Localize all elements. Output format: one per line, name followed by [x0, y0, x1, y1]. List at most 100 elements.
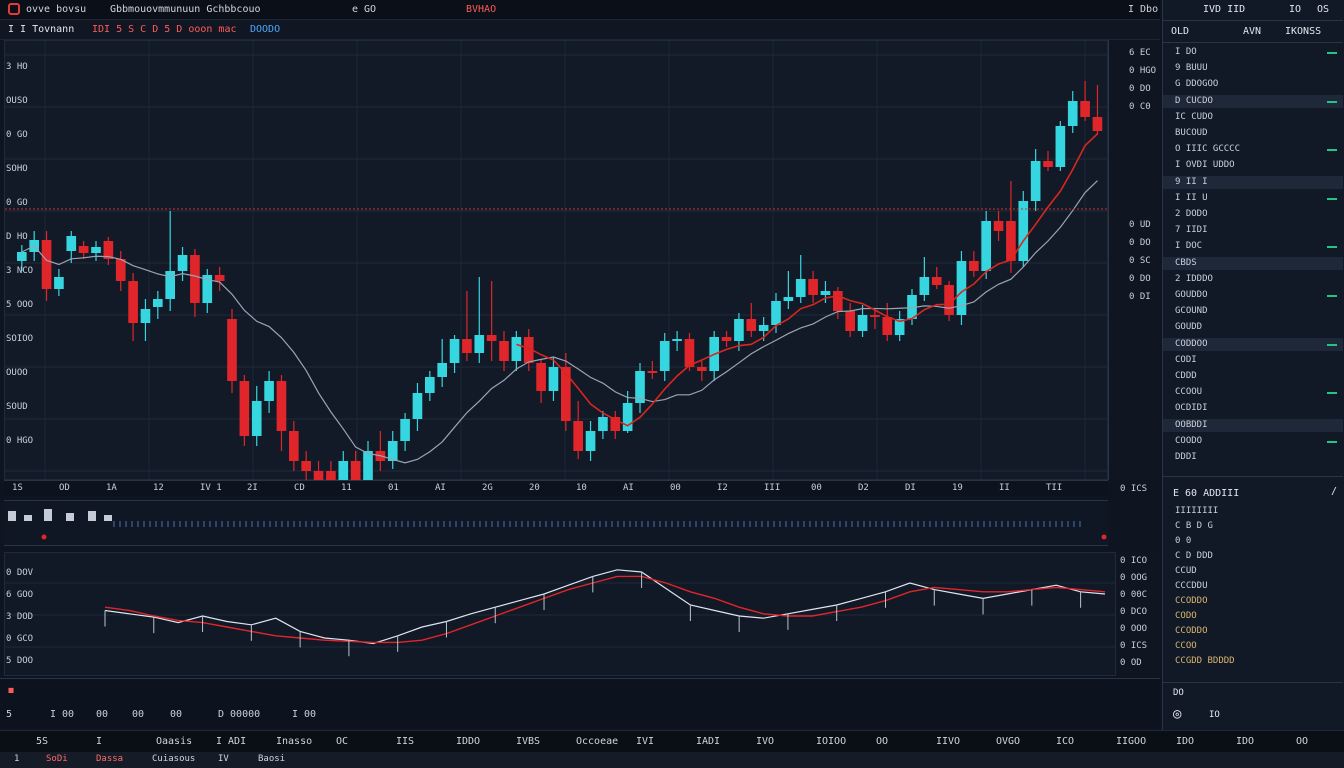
candle: [635, 363, 645, 413]
time-axis[interactable]: 1S OD 1A 12 IV 1 2I CD 11 01 AI 2G 20 10 AI 00 I2 III 00 D…: [4, 480, 1108, 496]
tab-6[interactable]: Baosi: [258, 754, 285, 764]
status-bar-item[interactable]: OO: [876, 736, 888, 747]
watchlist-row[interactable]: GCOUND: [1163, 305, 1343, 318]
candle-body: [251, 401, 262, 436]
watchlist-symbol: DDDI: [1175, 452, 1197, 462]
candle-body: [425, 377, 435, 393]
candle-body: [91, 247, 101, 253]
watchlist-row[interactable]: I II U: [1163, 192, 1343, 205]
watchlist-row[interactable]: 9 II I: [1163, 175, 1343, 189]
time-axis-label: D2: [858, 483, 869, 493]
tab-3[interactable]: Dassa: [96, 754, 123, 764]
watchlist-symbol: 7 IIDI: [1175, 225, 1208, 236]
volume-strip[interactable]: [4, 500, 1108, 546]
watchlist-row[interactable]: 2 IDDDO: [1163, 273, 1343, 286]
price-axis[interactable]: 6 EC 0 HGO 0 DO 0 C0 0 UD 0 DO 0 SC 0 DO 0 DI: [1108, 40, 1160, 480]
status-bar-item[interactable]: IDDO: [456, 736, 480, 747]
menu-item-3[interactable]: e GO: [352, 4, 376, 15]
candle: [214, 267, 225, 291]
candlestick-chart[interactable]: [5, 41, 1109, 521]
candle: [363, 441, 373, 489]
status-bar-item[interactable]: Inasso: [276, 736, 312, 747]
status-bar-item[interactable]: IIVO: [936, 736, 960, 747]
watchlist-row[interactable]: D CUCDO: [1163, 94, 1343, 108]
watchlist-col-change[interactable]: IKONSS: [1285, 26, 1321, 37]
status-bar-item[interactable]: IOIOO: [816, 736, 846, 747]
watchlist-row[interactable]: COODO: [1163, 435, 1343, 448]
status-bar-item[interactable]: Occoeae: [576, 736, 618, 747]
watchlist-row[interactable]: O IIIC GCCCC: [1163, 143, 1343, 156]
record-icon[interactable]: [8, 3, 20, 15]
watchlist-row[interactable]: I DO: [1163, 46, 1343, 59]
indicator-selector[interactable]: DOODO: [250, 24, 280, 35]
watchlist-row[interactable]: CODDOO: [1163, 337, 1343, 351]
candle-body: [931, 277, 942, 285]
symbol-selector[interactable]: I I Tovnann: [8, 24, 74, 35]
candle-body: [1067, 101, 1078, 126]
panel-resize-icon[interactable]: /: [1331, 486, 1337, 497]
help-icon[interactable]: IO: [1289, 4, 1301, 15]
watchlist-row[interactable]: I DOC: [1163, 240, 1343, 253]
watchlist-col-symbol[interactable]: OLD: [1171, 26, 1189, 37]
tab-4[interactable]: Cuiasous: [152, 754, 195, 764]
status-bar-item[interactable]: IDO: [1236, 736, 1254, 747]
status-bar-item[interactable]: OVGO: [996, 736, 1020, 747]
settings-icon[interactable]: OS: [1317, 4, 1329, 15]
time-axis-label: IV 1: [200, 483, 222, 493]
oscillator-axis-label: 0 00C: [1120, 590, 1148, 600]
watchlist-row[interactable]: CBDS: [1163, 256, 1343, 270]
menu-item-1[interactable]: ovve bovsu: [26, 4, 86, 15]
watchlist-row[interactable]: CODI: [1163, 354, 1343, 367]
status-bar-item[interactable]: 5S: [36, 736, 48, 747]
details-row: CCODDO: [1175, 596, 1208, 606]
change-indicator: [1327, 392, 1337, 395]
price-chart-pane[interactable]: [4, 40, 1109, 521]
status-bar-item[interactable]: IVI: [636, 736, 654, 747]
tab-5[interactable]: IV: [218, 754, 229, 764]
candle-body: [190, 255, 200, 303]
tab-1[interactable]: 1: [14, 754, 19, 764]
status-bar-item[interactable]: IDO: [1176, 736, 1194, 747]
watchlist-row[interactable]: 2 DODO: [1163, 208, 1343, 221]
watchlist-row[interactable]: CCOOU: [1163, 386, 1343, 399]
watchlist-row[interactable]: 9 BUUU: [1163, 62, 1343, 75]
menu-item-4[interactable]: BVHAO: [466, 4, 496, 15]
status-bar-item[interactable]: OC: [336, 736, 348, 747]
timeframe-selector[interactable]: IDI 5 S C D 5 D ooon mac: [92, 24, 237, 35]
candle-body: [969, 261, 979, 271]
watchlist-row[interactable]: 7 IIDI: [1163, 224, 1343, 237]
watchlist-row[interactable]: G DDOGOO: [1163, 78, 1343, 91]
watchlist-col-last[interactable]: AVN: [1243, 26, 1261, 37]
watchlist-symbol: GCOUND: [1175, 306, 1208, 317]
status-bar-item[interactable]: I: [96, 736, 102, 747]
watchlist-row[interactable]: DDDI: [1163, 451, 1343, 464]
status-bar-item[interactable]: IVBS: [516, 736, 540, 747]
candle-body: [264, 381, 274, 401]
status-bar-item[interactable]: Oaasis: [156, 736, 192, 747]
status-bar-item[interactable]: IIGOO: [1116, 736, 1146, 747]
watchlist-row[interactable]: OOBDDI: [1163, 418, 1343, 432]
status-bar-item[interactable]: ICO: [1056, 736, 1074, 747]
watchlist-row[interactable]: OCDIDI: [1163, 402, 1343, 415]
refresh-icon[interactable]: ◎: [1173, 706, 1181, 722]
candle-body: [697, 367, 707, 371]
status-bar-item[interactable]: IVO: [756, 736, 774, 747]
watchlist-row[interactable]: GOUDDO: [1163, 289, 1343, 302]
watchlist-row[interactable]: IC CUDO: [1163, 111, 1343, 124]
watchlist-row[interactable]: BUCOUD: [1163, 127, 1343, 140]
menu-item-2[interactable]: Gbbmouovmmunuun Gchbbcouo: [110, 4, 261, 15]
watchlist-row[interactable]: GOUDD: [1163, 321, 1343, 334]
candle-body: [561, 367, 571, 421]
watchlist-row[interactable]: I OVDI UDDO: [1163, 159, 1343, 172]
candle: [437, 339, 448, 387]
status-bar-item[interactable]: IIS: [396, 736, 414, 747]
watchlist-row[interactable]: CDDD: [1163, 370, 1343, 383]
oscillator-chart[interactable]: [5, 553, 1117, 677]
tab-2[interactable]: SoDi: [46, 754, 68, 764]
candle-body: [598, 417, 608, 431]
status-bar-item[interactable]: IADI: [696, 736, 720, 747]
status-bar-item[interactable]: I ADI: [216, 736, 246, 747]
status-bar-item[interactable]: OO: [1296, 736, 1308, 747]
oscillator-pane[interactable]: [4, 552, 1117, 677]
candle-body: [808, 279, 818, 295]
